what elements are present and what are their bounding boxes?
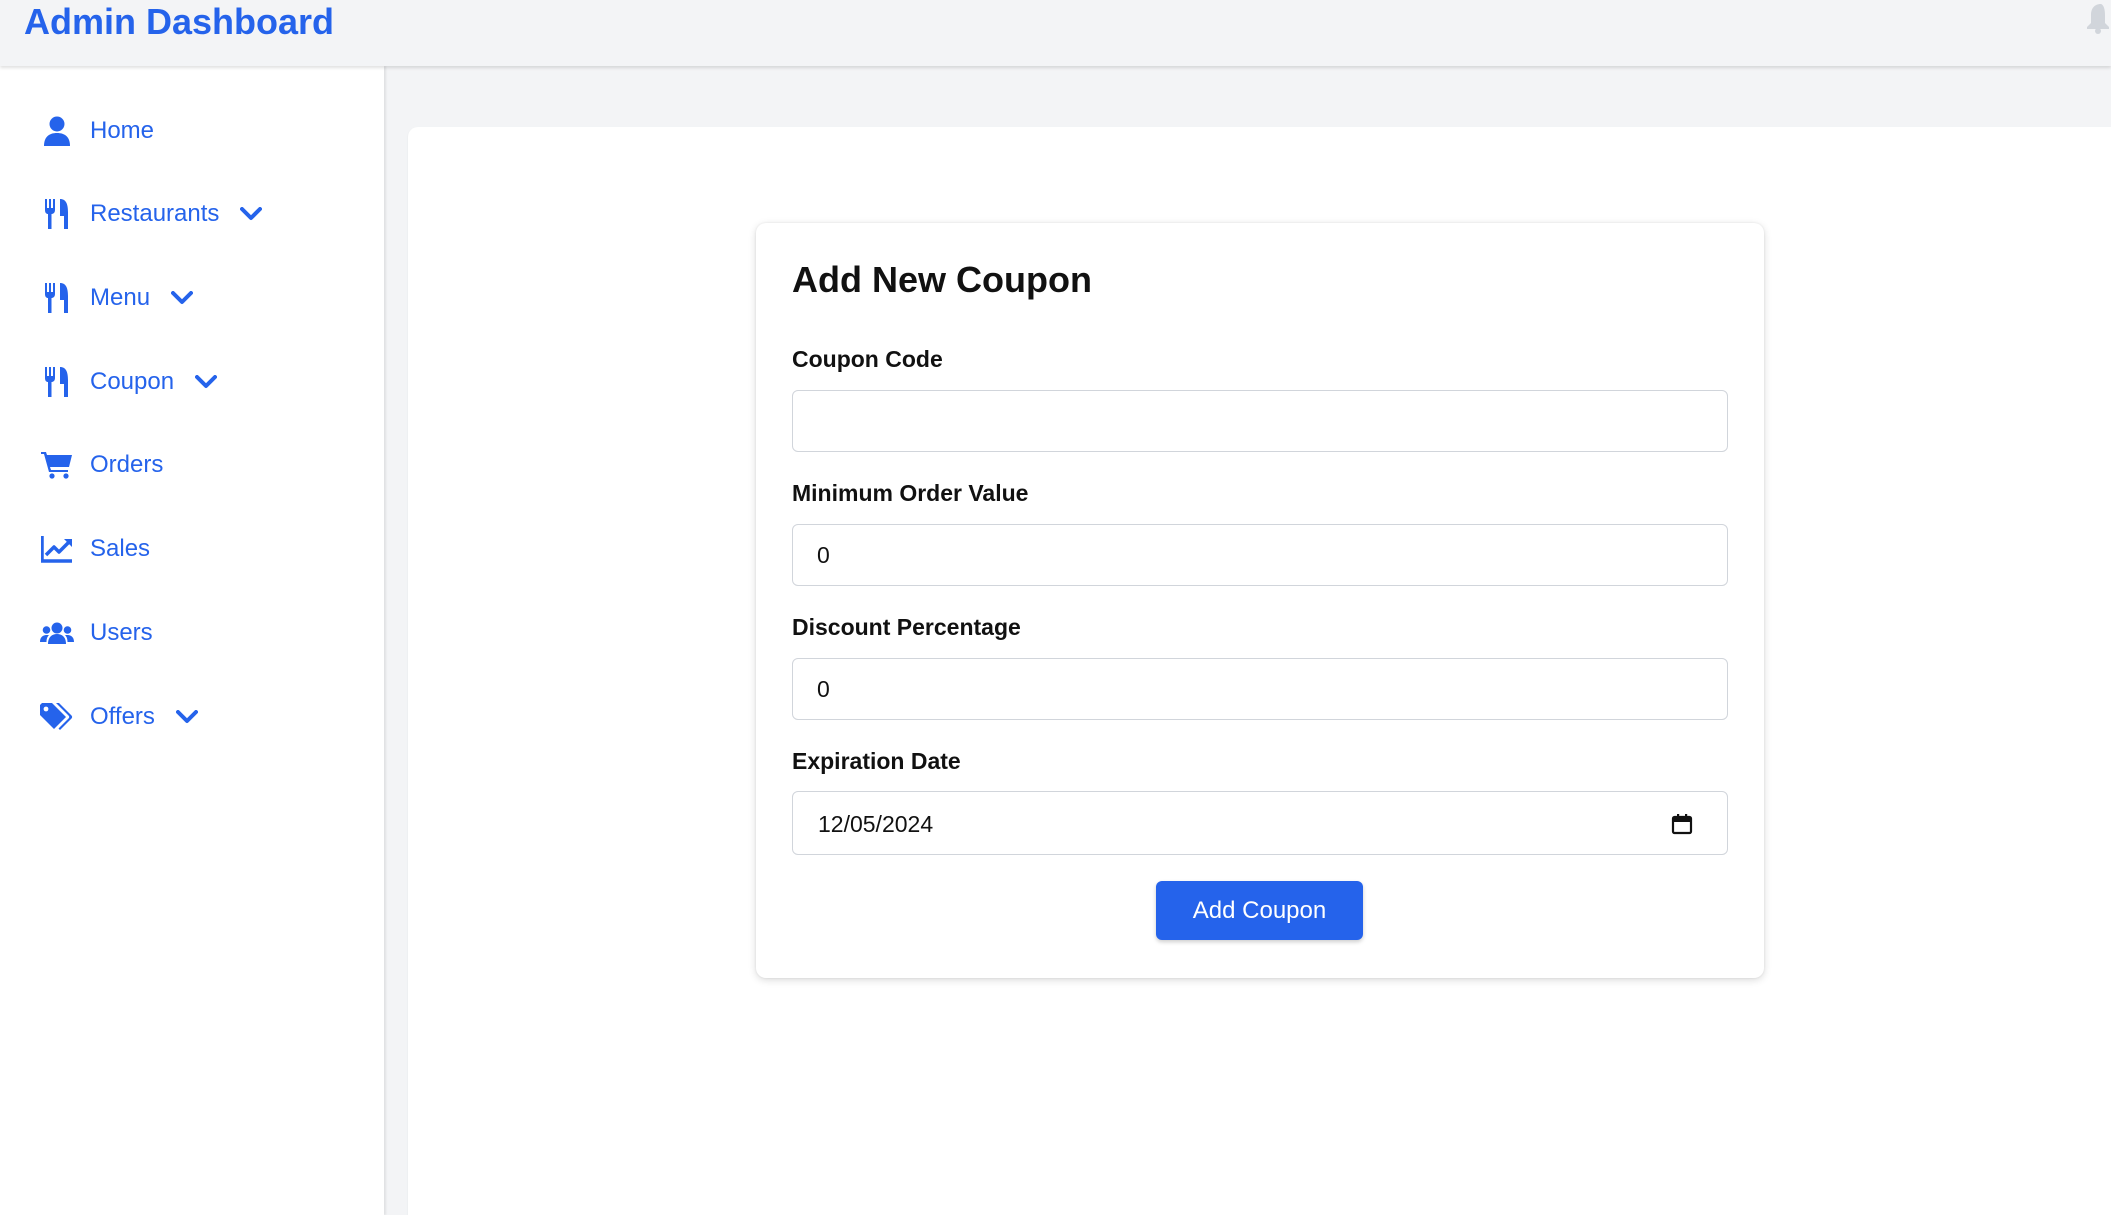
- min-order-label: Minimum Order Value: [792, 480, 1029, 506]
- sidebar-item-label: Offers: [90, 703, 155, 730]
- chevron-down-icon[interactable]: [175, 705, 199, 729]
- bell-icon[interactable]: [2087, 0, 2111, 34]
- sidebar-item-menu[interactable]: Menu: [40, 276, 194, 320]
- chevron-down-icon[interactable]: [170, 286, 194, 310]
- utensils-icon: [40, 281, 74, 315]
- utensils-icon: [40, 365, 74, 399]
- sidebar: Home Restaurants Menu Coupon Orders Sale…: [0, 66, 384, 1215]
- top-bar: Admin Dashboard: [0, 0, 2111, 66]
- sidebar-item-label: Restaurants: [90, 200, 220, 227]
- sidebar-item-label: Menu: [90, 284, 151, 311]
- discount-input[interactable]: [792, 658, 1728, 720]
- expiration-date-label: Expiration Date: [792, 748, 961, 774]
- user-icon: [40, 114, 74, 148]
- min-order-input[interactable]: [792, 524, 1728, 586]
- chevron-down-icon[interactable]: [194, 370, 218, 394]
- sidebar-item-label: Orders: [90, 451, 164, 478]
- users-icon: [40, 616, 74, 650]
- app-title: Admin Dashboard: [24, 1, 335, 42]
- sidebar-item-label: Users: [90, 619, 153, 646]
- form-title: Add New Coupon: [792, 259, 1092, 300]
- sidebar-item-offers[interactable]: Offers: [40, 695, 199, 739]
- sidebar-item-coupon[interactable]: Coupon: [40, 360, 218, 404]
- coupon-code-input[interactable]: [792, 390, 1728, 452]
- tags-icon: [40, 700, 74, 734]
- sidebar-item-restaurants[interactable]: Restaurants: [40, 192, 263, 236]
- expiration-date-input[interactable]: 12/05/2024: [792, 791, 1728, 855]
- sidebar-item-label: Sales: [90, 535, 151, 562]
- sidebar-item-label: Home: [90, 117, 155, 144]
- coupon-code-label: Coupon Code: [792, 346, 943, 372]
- utensils-icon: [40, 197, 74, 231]
- sidebar-item-home[interactable]: Home: [40, 109, 154, 153]
- sidebar-item-sales[interactable]: Sales: [40, 527, 150, 571]
- sidebar-item-orders[interactable]: Orders: [40, 443, 163, 487]
- sidebar-item-users[interactable]: Users: [40, 611, 153, 655]
- add-coupon-card: Add New Coupon Coupon Code Minimum Order…: [756, 223, 1764, 978]
- calendar-icon[interactable]: [1671, 813, 1693, 835]
- expiration-date-value: 12/05/2024: [818, 811, 934, 837]
- shopping-cart-icon: [40, 448, 74, 482]
- sidebar-item-label: Coupon: [90, 368, 175, 395]
- add-coupon-button[interactable]: Add Coupon: [1156, 881, 1363, 940]
- chevron-down-icon[interactable]: [239, 202, 263, 226]
- discount-label: Discount Percentage: [792, 614, 1021, 640]
- chart-line-icon: [40, 532, 74, 566]
